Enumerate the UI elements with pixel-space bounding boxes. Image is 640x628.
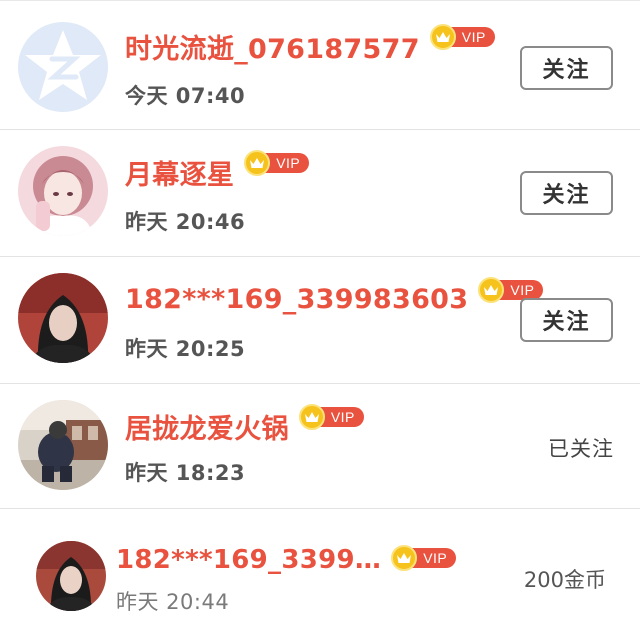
username-line: 月幕逐星 VIP	[125, 150, 310, 192]
username-line: 182***169_3399… VIP	[116, 540, 457, 580]
vip-badge: VIP	[429, 24, 495, 50]
avatar[interactable]	[18, 400, 108, 490]
username-line: 182***169_339983603 VIP	[125, 277, 544, 319]
vip-badge: VIP	[244, 150, 310, 176]
crown-icon	[429, 24, 456, 50]
list-item[interactable]: 时光流逝_076187577 VIP 今天 07:40 关注	[0, 0, 640, 130]
list-item[interactable]: 182***169_339983603 VIP 昨天 20:25 关注	[0, 257, 640, 384]
avatar[interactable]	[18, 146, 108, 236]
follow-button[interactable]: 关注	[520, 46, 613, 90]
username[interactable]: 182***169_3399…	[116, 545, 381, 575]
timestamp: 昨天 20:46	[125, 210, 246, 234]
username-line: 居拢龙爱火锅 VIP	[125, 404, 364, 446]
username[interactable]: 月幕逐星	[125, 153, 234, 192]
list-item[interactable]: 182***169_3399… VIP 昨天 20:44 200金币	[0, 510, 640, 628]
follow-button[interactable]: 关注	[520, 171, 613, 215]
timestamp: 昨天 18:23	[125, 461, 246, 485]
timestamp: 昨天 20:25	[125, 337, 246, 361]
avatar[interactable]	[18, 273, 108, 363]
avatar[interactable]	[36, 541, 106, 611]
list-item[interactable]: 居拢龙爱火锅 VIP 昨天 18:23 已关注	[0, 384, 640, 509]
username[interactable]: 时光流逝_076187577	[125, 27, 420, 66]
username-line: 时光流逝_076187577 VIP	[125, 24, 495, 66]
list-item[interactable]: 月幕逐星 VIP 昨天 20:46 关注	[0, 130, 640, 257]
follower-list: 时光流逝_076187577 VIP 今天 07:40 关注 月幕逐星 VIP …	[0, 0, 640, 628]
timestamp: 今天 07:40	[125, 84, 246, 108]
followed-status[interactable]: 已关注	[548, 433, 614, 463]
avatar-default-icon[interactable]	[18, 22, 108, 112]
follow-button[interactable]: 关注	[520, 298, 613, 342]
coin-reward: 200金币	[523, 568, 606, 592]
vip-badge: VIP	[298, 404, 364, 430]
username[interactable]: 182***169_339983603	[125, 284, 468, 315]
crown-icon	[298, 404, 325, 430]
username[interactable]: 居拢龙爱火锅	[125, 407, 289, 446]
vip-badge: VIP	[391, 545, 457, 571]
timestamp: 昨天 20:44	[116, 590, 230, 614]
